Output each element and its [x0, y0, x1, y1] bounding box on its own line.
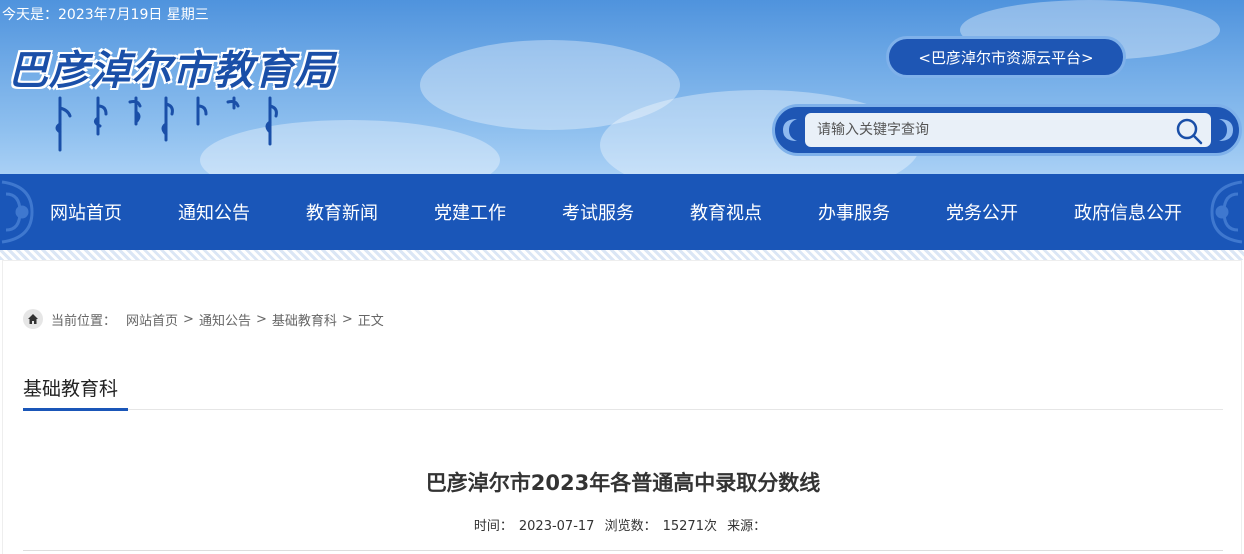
nav-item-education-perspectives[interactable]: 教育视点 — [662, 174, 790, 250]
search-input[interactable] — [805, 113, 1211, 147]
breadcrumb-basic-education[interactable]: 基础教育科 — [272, 310, 337, 329]
home-icon — [23, 309, 43, 329]
scroll-ornament-icon — [783, 119, 797, 141]
view-count: 15271次 — [662, 519, 717, 534]
nav-item-exam-services[interactable]: 考试服务 — [534, 174, 662, 250]
source-label: 来源： — [727, 519, 767, 534]
breadcrumb-label: 当前位置： — [51, 313, 117, 329]
mongolian-script-logo — [55, 96, 278, 152]
decorative-pattern-strip — [0, 250, 1244, 260]
nav-item-party-affairs[interactable]: 党务公开 — [918, 174, 1046, 250]
breadcrumb-current: 正文 — [357, 313, 384, 329]
section-divider — [23, 409, 1223, 410]
nav-item-party-building[interactable]: 党建工作 — [406, 174, 534, 250]
article-title: 巴彦淖尔市2023年各普通高中录取分数线 — [425, 471, 821, 495]
views-label: 浏览数： — [604, 519, 657, 534]
scroll-ornament-icon — [1219, 119, 1233, 141]
publish-date: 2023-07-17 — [518, 519, 595, 534]
breadcrumb-separator: > — [183, 311, 194, 327]
section-title: 基础教育科 — [23, 378, 119, 400]
section-title-underline — [23, 408, 128, 411]
time-label: 时间： — [473, 519, 513, 534]
nav-item-notices[interactable]: 通知公告 — [150, 174, 278, 250]
nav-item-services[interactable]: 办事服务 — [790, 174, 918, 250]
breadcrumb-notices[interactable]: 通知公告 — [199, 310, 251, 329]
breadcrumb-separator: > — [255, 311, 267, 327]
resource-platform-label: <巴彦淖尔市资源云平台> — [918, 48, 1094, 67]
breadcrumb-home[interactable]: 网站首页 — [126, 310, 178, 329]
meta-divider — [23, 550, 1223, 551]
search-icon[interactable] — [1175, 117, 1203, 145]
site-header: 今天是：2023年7月19日 星期三 巴彦淖尔市教育局 <巴彦淖尔市资源云平台> — [0, 0, 1244, 174]
breadcrumb-separator: > — [341, 311, 353, 327]
content-panel: 当前位置： 网站首页 > 通知公告 > 基础教育科 > 正文 基础教育科 巴彦淖… — [2, 260, 1242, 554]
search-bar — [772, 104, 1242, 156]
resource-platform-link[interactable]: <巴彦淖尔市资源云平台> — [886, 36, 1126, 78]
breadcrumb: 当前位置： 网站首页 > 通知公告 > 基础教育科 > 正文 — [23, 309, 384, 329]
main-navigation: 网站首页 通知公告 教育新闻 党建工作 考试服务 教育视点 办事服务 党务公开 … — [0, 174, 1244, 250]
site-logo-title[interactable]: 巴彦淖尔市教育局 — [8, 38, 336, 96]
nav-item-education-news[interactable]: 教育新闻 — [278, 174, 406, 250]
nav-ornament-right-icon — [1210, 180, 1243, 244]
article-meta: 时间： 2023-07-17 浏览数： 15271次 来源： — [3, 515, 1243, 534]
nav-item-home[interactable]: 网站首页 — [22, 174, 150, 250]
current-date: 今天是：2023年7月19日 星期三 — [2, 7, 209, 23]
nav-item-gov-info[interactable]: 政府信息公开 — [1046, 174, 1210, 250]
